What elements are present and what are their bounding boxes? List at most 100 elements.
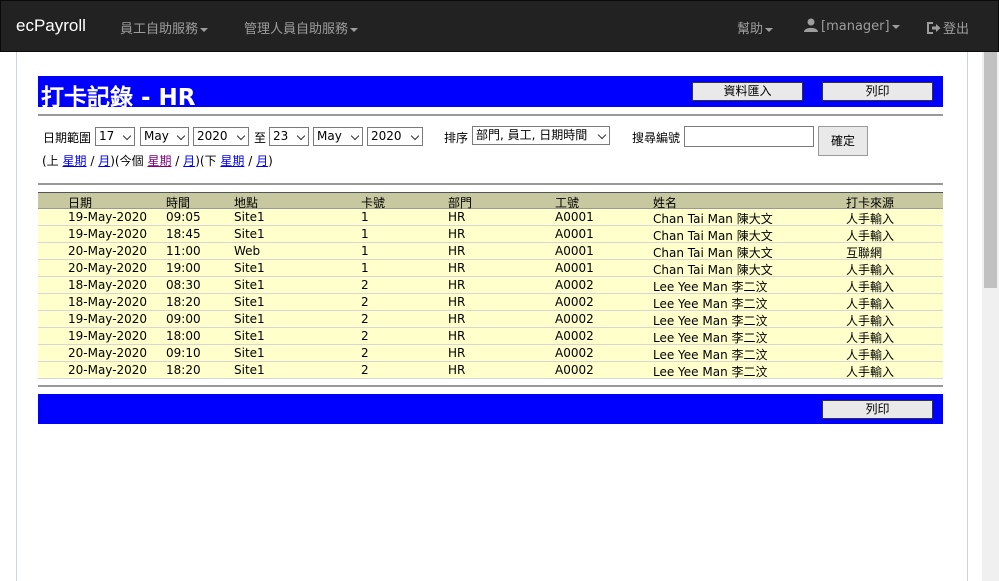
brand-logo[interactable]: ecPayroll: [16, 16, 86, 36]
chevron-down-icon: [350, 131, 360, 141]
table-cell: 1: [361, 261, 369, 275]
table-cell: 人手輸入: [846, 314, 895, 328]
prev-week-link[interactable]: 星期: [63, 154, 87, 168]
sort-value: 部門, 員工, 日期時間: [476, 128, 588, 142]
to-month-value: May: [317, 129, 342, 143]
table-cell: 20-May-2020: [68, 261, 148, 275]
to-day-select[interactable]: 23: [269, 127, 309, 146]
table-cell: Site1: [234, 261, 265, 275]
table-cell: A0002: [555, 363, 594, 377]
table-cell: A0002: [555, 346, 594, 360]
menu-help[interactable]: 幫助: [737, 18, 774, 37]
table-cell: Chan Tai Man 陳大文: [653, 229, 773, 243]
table-cell: 1: [361, 210, 369, 224]
table-cell: A0001: [555, 261, 594, 275]
table-cell: 08:30: [166, 278, 201, 292]
menu-employee-self-service[interactable]: 員工自助服務: [120, 18, 209, 37]
user-icon: [804, 18, 818, 32]
table-cell: 人手輸入: [846, 263, 895, 277]
import-button[interactable]: 資料匯入: [692, 82, 803, 101]
table-cell: HR: [448, 278, 466, 292]
table-cell: 09:10: [166, 346, 201, 360]
divider: [38, 114, 943, 116]
table-cell: Lee Yee Man 李二汶: [653, 348, 768, 362]
menu-user[interactable]: [manager]: [804, 18, 900, 34]
this-month-link[interactable]: 月: [183, 154, 195, 168]
table-cell: 20-May-2020: [68, 346, 148, 360]
prev-month-link[interactable]: 月: [98, 154, 110, 168]
table-header-row: 日期 時間 地點 卡號 部門 工號 姓名 打卡來源: [38, 192, 943, 210]
prev-period-open: (上: [42, 154, 59, 168]
separator: /: [248, 154, 253, 168]
from-year-select[interactable]: 2020: [193, 127, 249, 146]
table-cell: A0002: [555, 295, 594, 309]
table-cell: Site1: [234, 227, 265, 241]
table-cell: Site1: [234, 329, 265, 343]
footer-print-button[interactable]: 列印: [822, 400, 933, 419]
page-title: 打卡記錄 - HR: [41, 85, 196, 111]
confirm-button[interactable]: 確定: [818, 126, 868, 156]
menu-manager-self-service[interactable]: 管理人員自助服務: [244, 18, 359, 37]
table-cell: 19:00: [166, 261, 201, 275]
table-cell: 2: [361, 278, 369, 292]
table-cell: A0002: [555, 312, 594, 326]
caret-down-icon: [350, 27, 359, 32]
table-cell: 人手輸入: [846, 229, 895, 243]
table-row: 20-May-2020 11:00 Web 1 HR A0001 Chan Tai Man …: [38, 243, 943, 260]
vertical-scrollbar[interactable]: [982, 52, 999, 581]
table-cell: 2: [361, 295, 369, 309]
to-month-select[interactable]: May: [313, 127, 363, 146]
search-label: 搜尋編號: [632, 131, 681, 145]
table-cell: Chan Tai Man 陳大文: [653, 263, 773, 277]
table-cell: 19-May-2020: [68, 227, 148, 241]
table-cell: 互聯網: [846, 246, 883, 260]
table-cell: Chan Tai Man 陳大文: [653, 246, 773, 260]
table-cell: A0001: [555, 227, 594, 241]
table-cell: Web: [234, 244, 261, 258]
table-cell: A0002: [555, 329, 594, 343]
logout-link[interactable]: 登出: [926, 18, 969, 37]
sort-select[interactable]: 部門, 員工, 日期時間: [472, 126, 610, 145]
table-cell: 19-May-2020: [68, 312, 148, 326]
table-row: 20-May-2020 19:00 Site1 1 HR A0001 Chan Tai Ma…: [38, 260, 943, 277]
to-year-value: 2020: [371, 129, 402, 143]
table-cell: A0001: [555, 210, 594, 224]
table-cell: 人手輸入: [846, 280, 895, 294]
next-month-link[interactable]: 月: [256, 154, 268, 168]
from-day-select[interactable]: 17: [95, 127, 135, 146]
table-cell: 2: [361, 346, 369, 360]
table-cell: HR: [448, 346, 466, 360]
chevron-down-icon: [597, 130, 607, 140]
footer-bar: 列印: [38, 394, 943, 424]
table-row: 19-May-2020 18:00 Site1 2 HR A0002 Lee Yee Man…: [38, 328, 943, 345]
menu-user-label: [manager]: [821, 19, 890, 34]
table-cell: 人手輸入: [846, 297, 895, 311]
from-month-select[interactable]: May: [140, 127, 189, 146]
next-week-link[interactable]: 星期: [220, 154, 244, 168]
table-row: 20-May-2020 18:20 Site1 2 HR A0002 Lee Yee Man…: [38, 362, 943, 379]
menu-help-label: 幫助: [737, 22, 764, 37]
table-cell: HR: [448, 312, 466, 326]
print-button[interactable]: 列印: [822, 82, 933, 101]
chevron-down-icon: [122, 131, 132, 141]
table-cell: Site1: [234, 210, 265, 224]
table-cell: Site1: [234, 295, 265, 309]
scrollbar-thumb[interactable]: [984, 52, 997, 288]
table-cell: 18:20: [166, 363, 201, 377]
this-week-link[interactable]: 星期: [147, 154, 171, 168]
table-cell: 1: [361, 244, 369, 258]
to-year-select[interactable]: 2020: [367, 127, 423, 146]
table-cell: 人手輸入: [846, 348, 895, 362]
table-row: 18-May-2020 18:20 Site1 2 HR A0002 Lee Yee Man…: [38, 294, 943, 311]
search-input[interactable]: [684, 126, 814, 147]
attendance-table: 日期 時間 地點 卡號 部門 工號 姓名 打卡來源 19-May-2020 09:…: [38, 192, 943, 379]
table-cell: 11:00: [166, 244, 201, 258]
caret-down-icon: [891, 24, 900, 29]
table-cell: Lee Yee Man 李二汶: [653, 331, 768, 345]
from-month-value: May: [144, 129, 169, 143]
table-cell: 20-May-2020: [68, 363, 148, 377]
caret-down-icon: [765, 27, 774, 32]
table-cell: 2: [361, 329, 369, 343]
logout-label: 登出: [943, 22, 970, 37]
table-cell: Site1: [234, 363, 265, 377]
